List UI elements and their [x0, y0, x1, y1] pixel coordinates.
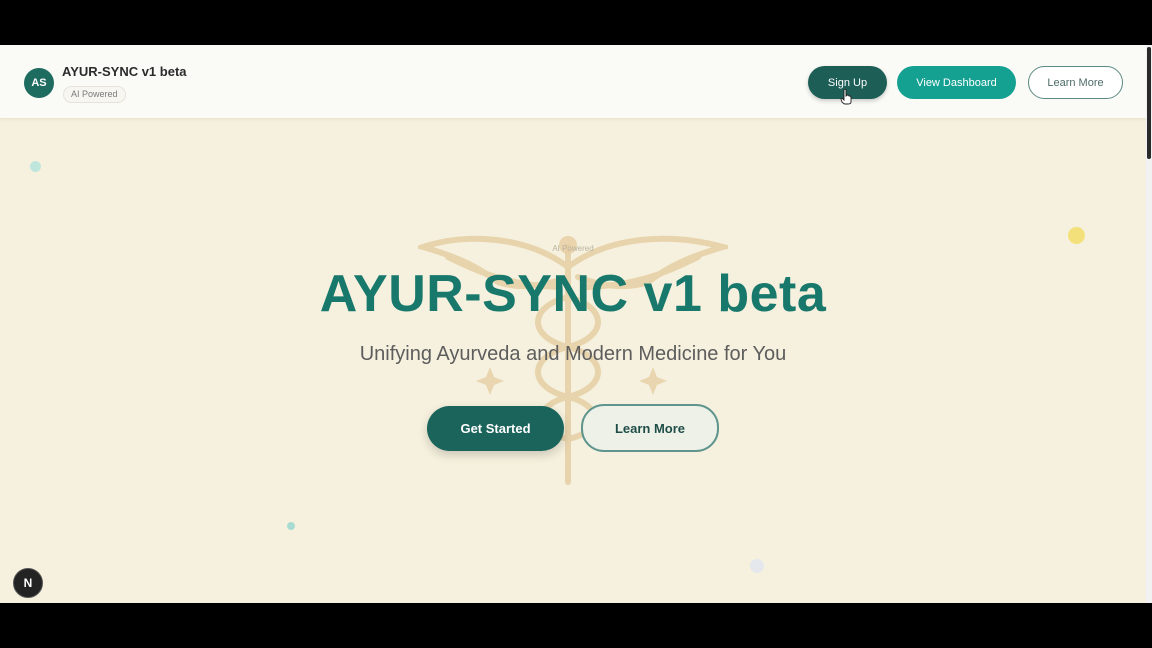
scrollbar-thumb[interactable]: [1147, 47, 1151, 159]
decor-dot: [750, 559, 764, 573]
hero-subtitle: Unifying Ayurveda and Modern Medicine fo…: [359, 343, 787, 365]
hand-cursor-icon: [840, 89, 852, 105]
logo-avatar[interactable]: AS: [24, 68, 54, 98]
get-started-button[interactable]: Get Started: [427, 406, 564, 451]
hero-title: AYUR-SYNC v1 beta: [319, 265, 827, 323]
hero-chip: AI Powered: [552, 244, 594, 253]
learn-more-button[interactable]: Learn More: [1028, 66, 1123, 99]
decor-dot: [30, 161, 41, 172]
page-viewport: AI Powered AYUR-SYNC v1 beta Unifying Ay…: [0, 45, 1152, 603]
page-scrollbar[interactable]: [1146, 45, 1152, 603]
hero-learn-more-button[interactable]: Learn More: [581, 404, 719, 452]
ai-powered-badge: AI Powered: [63, 86, 126, 103]
decor-dot: [1068, 227, 1085, 244]
decor-dot: [287, 522, 295, 530]
brand-title[interactable]: AYUR-SYNC v1 beta: [62, 64, 187, 79]
nextjs-icon[interactable]: N: [13, 568, 43, 598]
top-navbar: AS AYUR-SYNC v1 beta AI Powered Sign Up …: [0, 45, 1146, 119]
view-dashboard-button[interactable]: View Dashboard: [897, 66, 1016, 99]
